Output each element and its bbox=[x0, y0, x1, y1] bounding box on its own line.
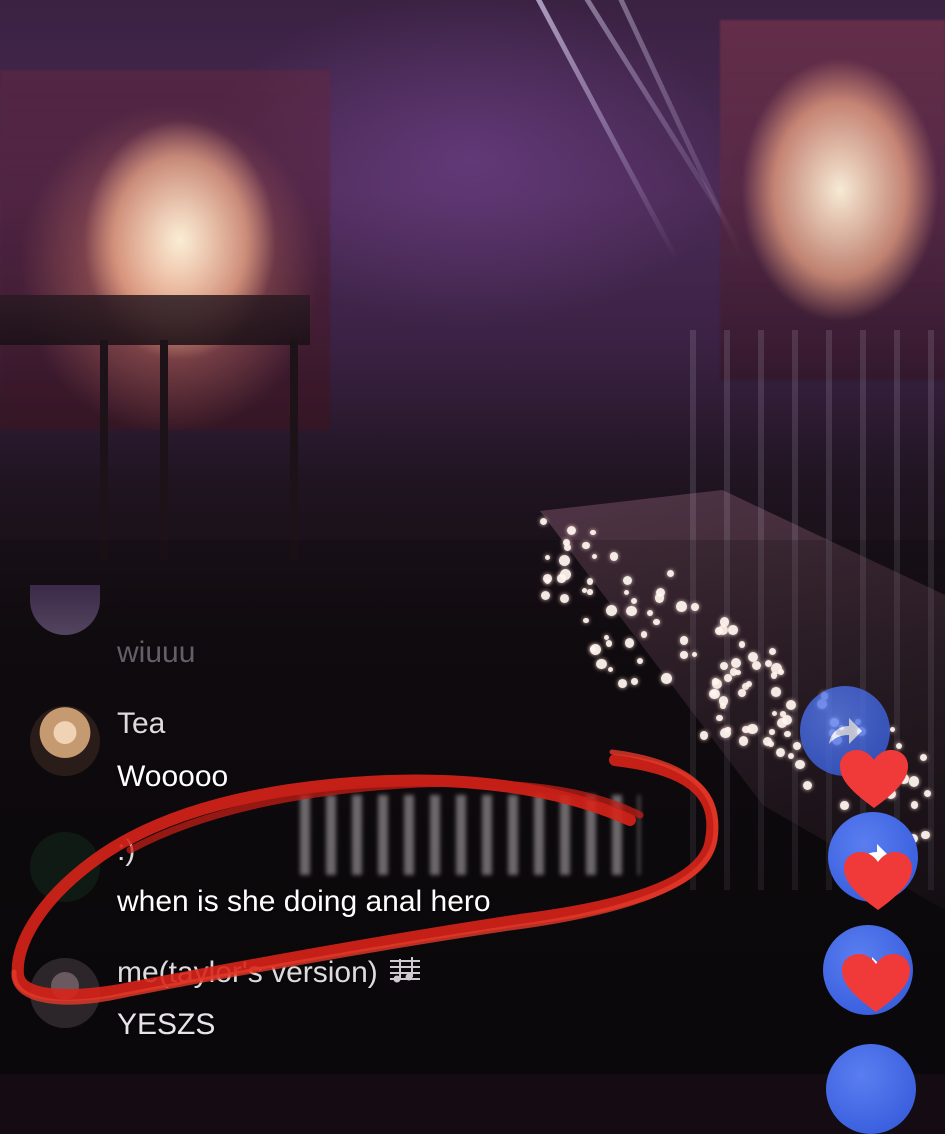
audience-light bbox=[562, 538, 570, 546]
audience-light bbox=[631, 678, 638, 685]
audience-light bbox=[768, 648, 776, 656]
stage-rig bbox=[0, 295, 310, 345]
rig-support bbox=[290, 340, 298, 560]
avatar[interactable] bbox=[30, 958, 100, 1028]
heart-icon bbox=[840, 750, 908, 808]
audience-light bbox=[637, 657, 644, 664]
audience-light bbox=[626, 605, 637, 617]
share-button[interactable] bbox=[826, 1044, 916, 1134]
avatar[interactable] bbox=[30, 832, 100, 902]
crowd-figures bbox=[300, 795, 640, 875]
audience-light bbox=[557, 574, 566, 583]
audience-light bbox=[738, 641, 746, 648]
audience-light bbox=[709, 688, 720, 700]
audience-light bbox=[738, 736, 748, 746]
comment-username[interactable]: :) bbox=[117, 834, 135, 868]
music-notes-icon bbox=[388, 955, 422, 993]
comment-message: Wooooo bbox=[117, 760, 229, 793]
avatar[interactable] bbox=[30, 706, 100, 776]
comment-message: YESZS bbox=[117, 1008, 216, 1041]
audience-light bbox=[719, 696, 729, 706]
audience-light bbox=[728, 625, 738, 635]
rig-support bbox=[160, 340, 168, 560]
audience-light bbox=[795, 759, 805, 770]
audience-light bbox=[711, 678, 719, 686]
audience-light bbox=[699, 731, 709, 740]
audience-light bbox=[889, 726, 896, 732]
audience-light bbox=[764, 659, 773, 667]
audience-light bbox=[771, 687, 781, 698]
comment-username[interactable]: Tea bbox=[117, 707, 165, 741]
audience-light bbox=[747, 723, 758, 735]
audience-light bbox=[646, 610, 653, 617]
audience-light bbox=[609, 551, 619, 561]
audience-light bbox=[558, 554, 570, 566]
audience-light bbox=[586, 589, 593, 595]
heart-icon bbox=[842, 954, 910, 1012]
audience-light bbox=[680, 651, 688, 659]
audience-light bbox=[676, 600, 687, 612]
audience-light bbox=[560, 594, 569, 603]
comment-username[interactable]: me(taylor's version) bbox=[117, 955, 422, 993]
audience-light bbox=[583, 617, 589, 624]
audience-light bbox=[661, 673, 672, 685]
audience-light bbox=[737, 689, 746, 697]
audience-light bbox=[586, 578, 593, 585]
heart-icon bbox=[844, 852, 912, 910]
audience-light bbox=[582, 541, 590, 549]
audience-light bbox=[595, 658, 607, 670]
audience-light bbox=[919, 753, 928, 762]
comment-username-text: me(taylor's version) bbox=[117, 955, 378, 989]
comment-message: when is she doing anal hero bbox=[117, 885, 491, 918]
audience-light bbox=[776, 747, 786, 757]
audience-light bbox=[920, 830, 930, 840]
audience-light bbox=[543, 573, 552, 583]
audience-light bbox=[784, 730, 791, 738]
audience-light bbox=[788, 752, 795, 759]
share-arrow-icon bbox=[829, 718, 862, 744]
audience-light bbox=[653, 618, 660, 625]
video-screen-right bbox=[720, 20, 945, 380]
audience-light bbox=[605, 640, 613, 647]
audience-light bbox=[679, 636, 688, 645]
comment-message: wiuuu bbox=[117, 636, 196, 669]
audience-light bbox=[544, 555, 550, 561]
audience-light bbox=[640, 631, 647, 638]
audience-light bbox=[716, 714, 723, 722]
audience-light bbox=[719, 661, 728, 670]
audience-light bbox=[770, 671, 778, 679]
rig-support bbox=[100, 340, 108, 560]
audience-light bbox=[624, 638, 635, 648]
audience-light bbox=[735, 669, 741, 676]
audience-light bbox=[763, 736, 773, 746]
audience-light bbox=[720, 727, 731, 738]
audience-light bbox=[769, 729, 775, 735]
